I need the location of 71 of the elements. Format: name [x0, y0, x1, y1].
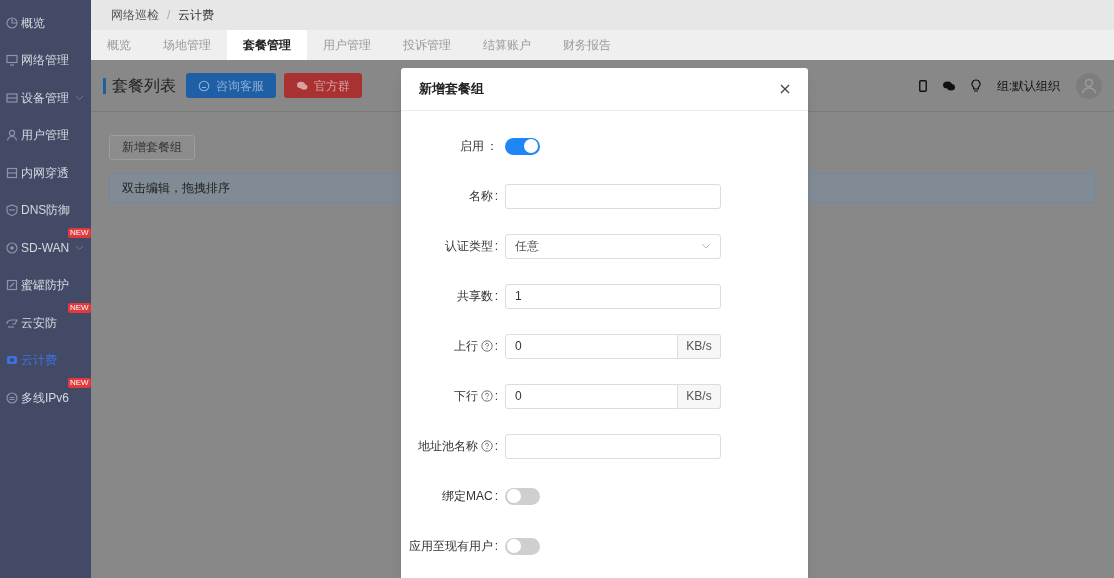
- field-label: 应用至现有用户: [408, 538, 493, 555]
- sidebar-item[interactable]: SD-WAN NEW: [0, 229, 91, 267]
- button-icon: [296, 79, 308, 92]
- colon-label: :: [494, 288, 498, 305]
- phone-icon[interactable]: [918, 79, 927, 92]
- field-label: 上行: [453, 338, 478, 355]
- field-label: 地址池名称: [417, 438, 478, 455]
- sidebar-item[interactable]: 用户管理: [0, 116, 91, 154]
- menu-icon: [6, 54, 18, 67]
- colon-label: :: [494, 338, 498, 355]
- sidebar-item[interactable]: 内网穿透: [0, 154, 91, 192]
- tab[interactable]: 套餐管理: [227, 30, 307, 60]
- sidebar-item[interactable]: 多线IPv6 NEW: [0, 379, 91, 417]
- help-icon[interactable]: [480, 440, 493, 452]
- sidebar-item[interactable]: 蜜罐防护: [0, 266, 91, 304]
- breadcrumb-link[interactable]: 网络巡检: [111, 6, 159, 24]
- colon-label: ：: [486, 138, 498, 155]
- menu-icon: [6, 129, 18, 142]
- sidebar-item[interactable]: DNS防御: [0, 191, 91, 229]
- input-field[interactable]: 0: [505, 383, 678, 409]
- menu-icon: [6, 241, 18, 254]
- new-badge: NEW: [68, 303, 91, 313]
- button-icon: [198, 79, 210, 92]
- lightbulb-icon[interactable]: [970, 79, 981, 92]
- sidebar-item[interactable]: 概览: [0, 4, 91, 42]
- chat-icon[interactable]: [942, 80, 955, 91]
- menu-icon: [6, 316, 18, 329]
- field-label: 认证类型: [444, 238, 493, 255]
- dialog-title: 新增套餐组: [419, 80, 484, 99]
- colon-label: :: [494, 438, 498, 455]
- toggle-switch[interactable]: [505, 537, 540, 555]
- field-label: 共享数: [456, 288, 493, 305]
- menu-icon: [6, 91, 18, 104]
- breadcrumb-link[interactable]: 云计费: [178, 6, 215, 24]
- field-label: 下行: [453, 388, 478, 405]
- colon-label: :: [494, 488, 498, 505]
- menu-icon: [6, 391, 18, 404]
- new-badge: NEW: [68, 228, 91, 238]
- help-icon[interactable]: [480, 390, 493, 402]
- input-field[interactable]: [505, 433, 721, 459]
- unit-label: KB/s: [678, 383, 721, 409]
- toggle-switch[interactable]: [505, 487, 540, 505]
- field-label: 名称: [468, 188, 493, 205]
- page-title: 套餐列表: [112, 75, 176, 96]
- toggle-switch[interactable]: [505, 137, 540, 155]
- colon-label: :: [494, 188, 498, 205]
- group-label[interactable]: 组:默认组织: [996, 76, 1060, 95]
- sidebar-item[interactable]: 设备管理: [0, 79, 91, 117]
- close-icon[interactable]: [780, 84, 790, 94]
- colon-label: :: [494, 238, 498, 255]
- colon-label: :: [494, 388, 498, 405]
- chevron-icon: [701, 243, 711, 249]
- sidebar-item[interactable]: 网络管理: [0, 41, 91, 79]
- input-field[interactable]: 1: [505, 283, 721, 309]
- sidebar-item[interactable]: 云安防 NEW: [0, 304, 91, 342]
- menu-icon: [6, 354, 18, 367]
- select-field[interactable]: 任意: [505, 233, 721, 259]
- menu-icon: [6, 16, 18, 29]
- add-package-group-button[interactable]: 新增套餐组: [109, 134, 195, 160]
- colon-label: :: [494, 538, 498, 555]
- breadcrumb-separator: /: [167, 7, 171, 24]
- menu-icon: [6, 204, 18, 217]
- menu-icon: [6, 279, 18, 292]
- menu-icon: [6, 166, 18, 179]
- field-label: 绑定MAC: [442, 488, 493, 505]
- input-field[interactable]: 0: [505, 333, 678, 359]
- input-field[interactable]: [505, 183, 721, 209]
- field-label: 启用: [460, 138, 484, 155]
- unit-label: KB/s: [678, 333, 721, 359]
- new-badge: NEW: [68, 378, 91, 388]
- help-icon[interactable]: [480, 340, 493, 352]
